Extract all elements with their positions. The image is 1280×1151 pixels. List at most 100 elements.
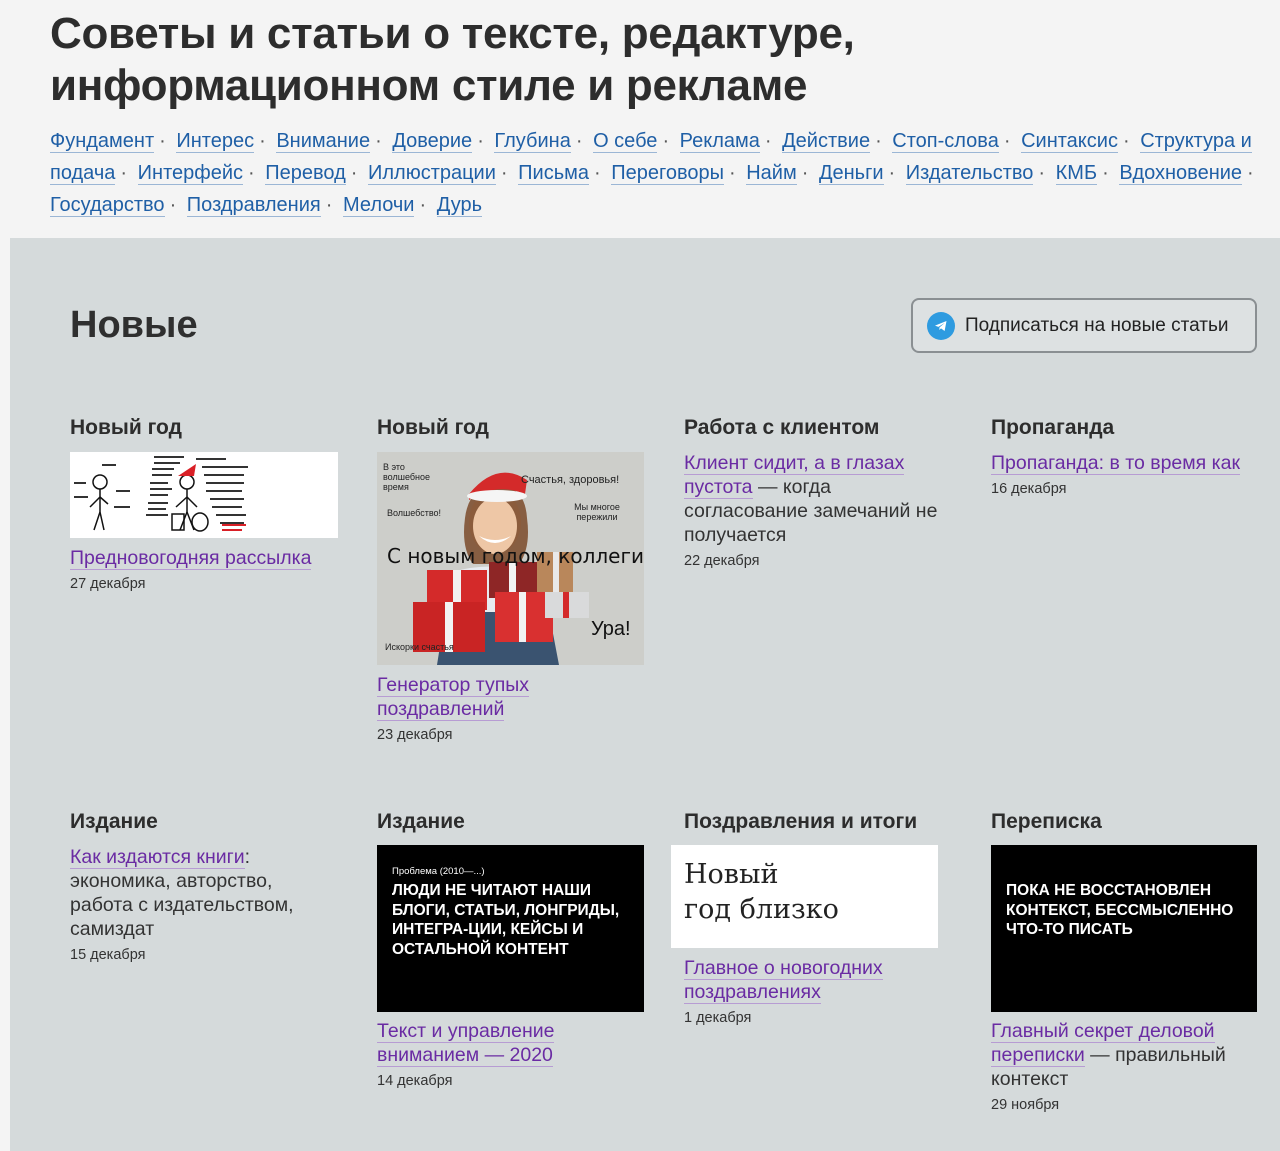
article-thumbnail[interactable] [70,452,338,538]
article-link[interactable]: Пропаганда: в то время как [991,452,1240,475]
tag-separator: · [375,130,382,152]
tag-separator: · [259,130,266,152]
image-caption: Проблема (2010—...) [392,866,485,877]
section-title: Новые [70,304,198,346]
image-caption: Новый [684,859,779,890]
tag-link[interactable]: Стоп-слова [892,130,999,153]
tag-separator: · [419,194,427,216]
tag-link[interactable]: Глубина [494,130,571,153]
tag-link[interactable]: Мелочи [342,194,415,217]
page-title-line-2: информационном стиле и рекламе [50,61,808,110]
image-caption: В это волшебное время [383,462,430,492]
image-caption: ПОКА НЕ ВОССТАНОВЛЕН КОНТЕКСТ, БЕССМЫСЛЕ… [1006,882,1234,938]
article-link[interactable]: Главное о новогодних поздравлениях [684,957,883,1004]
tag-separator: · [593,162,601,184]
tag-separator: · [169,194,177,216]
subscribe-button[interactable]: Подписаться на новые статьи [911,298,1257,353]
tag-link[interactable]: Поздравления [186,194,321,217]
tag-link[interactable]: Переговоры [611,162,724,185]
tag-link[interactable]: Вдохновение [1119,162,1243,185]
image-caption: Счастья, здоровья! [521,474,620,486]
article-card-body: Главный секрет деловой переписки — прави… [991,1019,1257,1113]
tag-separator: · [159,130,166,152]
article-thumbnail[interactable]: Проблема (2010—...) ЛЮДИ НЕ ЧИТАЮТ НАШИ … [377,845,644,1012]
article-card: Издание [377,809,657,835]
tag-separator: · [500,162,508,184]
image-caption: Искорки счастья [385,642,454,652]
tag-separator: · [1003,130,1011,152]
tag-separator: · [875,130,882,152]
image-caption: Ура! [591,618,631,640]
tag-link[interactable]: Действие [782,130,871,153]
article-card: Пропаганда Пропаганда: в то время как 16… [991,415,1261,497]
card-category: Работа с клиентом [684,416,880,439]
article-card-body: Предновогодняя рассылка 27 декабря [70,546,338,592]
tag-separator: · [764,130,772,152]
article-card-body: Текст и управление вниманием — 2020 14 д… [377,1019,645,1089]
article-date: 14 декабря [377,1073,453,1089]
tag-link[interactable]: Государство [50,194,165,217]
tag-link[interactable]: Фундамент [50,130,155,153]
card-category: Переписка [991,810,1102,833]
article-link[interactable]: Как издаются книги [70,846,245,869]
article-card: Работа с клиентом Клиент сидит, а в глаз… [684,415,959,569]
article-thumbnail[interactable]: ПОКА НЕ ВОССТАНОВЛЕН КОНТЕКСТ, БЕССМЫСЛЕ… [991,845,1257,1012]
tag-link[interactable]: КМБ [1055,162,1098,185]
tag-separator: · [248,162,255,184]
tag-link[interactable]: Интерес [176,130,255,153]
tag-link[interactable]: Внимание [276,130,371,153]
card-category: Новый год [377,416,489,439]
new-articles-panel [10,238,1280,1151]
tag-link[interactable]: Доверие [392,130,473,153]
tag-link[interactable]: Иллюстрации [367,162,496,185]
tag-link[interactable]: Дурь [436,194,483,217]
article-link[interactable]: Предновогодняя рассылка [70,547,312,570]
tag-separator: · [350,162,358,184]
image-caption: Мы многое пережили [574,502,620,522]
article-thumbnail[interactable]: Новый год близко [671,845,938,948]
image-caption: С новым годом, коллеги! [387,544,644,568]
tag-link[interactable]: Деньги [818,162,884,185]
card-category: Издание [70,810,158,833]
article-card-body: Генератор тупых поздравлений 23 декабря [377,673,645,743]
article-card: Новый год [70,415,350,441]
stick-figures-illustration [74,456,248,532]
tag-link[interactable]: Интерфейс [137,162,244,185]
article-thumbnail[interactable]: В это волшебное время Счастья, здоровья!… [377,452,644,665]
article-date: 15 декабря [70,947,146,963]
tag-link[interactable]: Синтаксис [1021,130,1118,153]
card-category: Издание [377,810,465,833]
tag-link[interactable]: Письма [518,162,589,185]
page-title: Советы и статьи о тексте, редактуре, инф… [50,8,855,112]
tag-separator: · [1122,130,1130,152]
site-header: Советы и статьи о тексте, редактуре, инф… [0,0,1280,238]
tag-separator: · [1038,162,1046,184]
tag-link[interactable]: Издательство [905,162,1034,185]
image-caption: год близко [684,894,839,925]
tag-separator: · [888,162,896,184]
image-caption: Волшебство! [387,508,442,518]
tag-separator: · [325,194,333,216]
article-date: 23 декабря [377,727,453,743]
tag-separator: · [477,130,484,152]
image-caption: ЛЮДИ НЕ ЧИТАЮТ НАШИ БЛОГИ, СТАТЬИ, ЛОНГР… [392,882,620,958]
article-date: 22 декабря [684,553,760,569]
tag-separator: · [662,130,670,152]
tag-separator: · [728,162,736,184]
subscribe-label: Подписаться на новые статьи [965,314,1229,336]
card-category: Пропаганда [991,416,1115,439]
card-category: Поздравления и итоги [684,810,918,833]
article-card-body: Главное о новогодних поздравлениях 1 дек… [684,956,952,1026]
article-link[interactable]: Текст и управление вниманием — 2020 [377,1020,555,1067]
tag-link[interactable]: Найм [746,162,797,185]
tag-link[interactable]: О себе [593,130,658,153]
tag-separator: · [1102,162,1109,184]
card-category: Новый год [70,416,182,439]
tag-link[interactable]: Реклама [679,130,760,153]
page-title-line-1: Советы и статьи о тексте, редактуре, [50,9,855,58]
tag-separator: · [120,162,128,184]
article-card: Поздравления и итоги [684,809,964,835]
article-link[interactable]: Генератор тупых поздравлений [377,674,530,721]
tag-link[interactable]: Перевод [265,162,346,185]
tag-separator: · [1247,162,1254,184]
